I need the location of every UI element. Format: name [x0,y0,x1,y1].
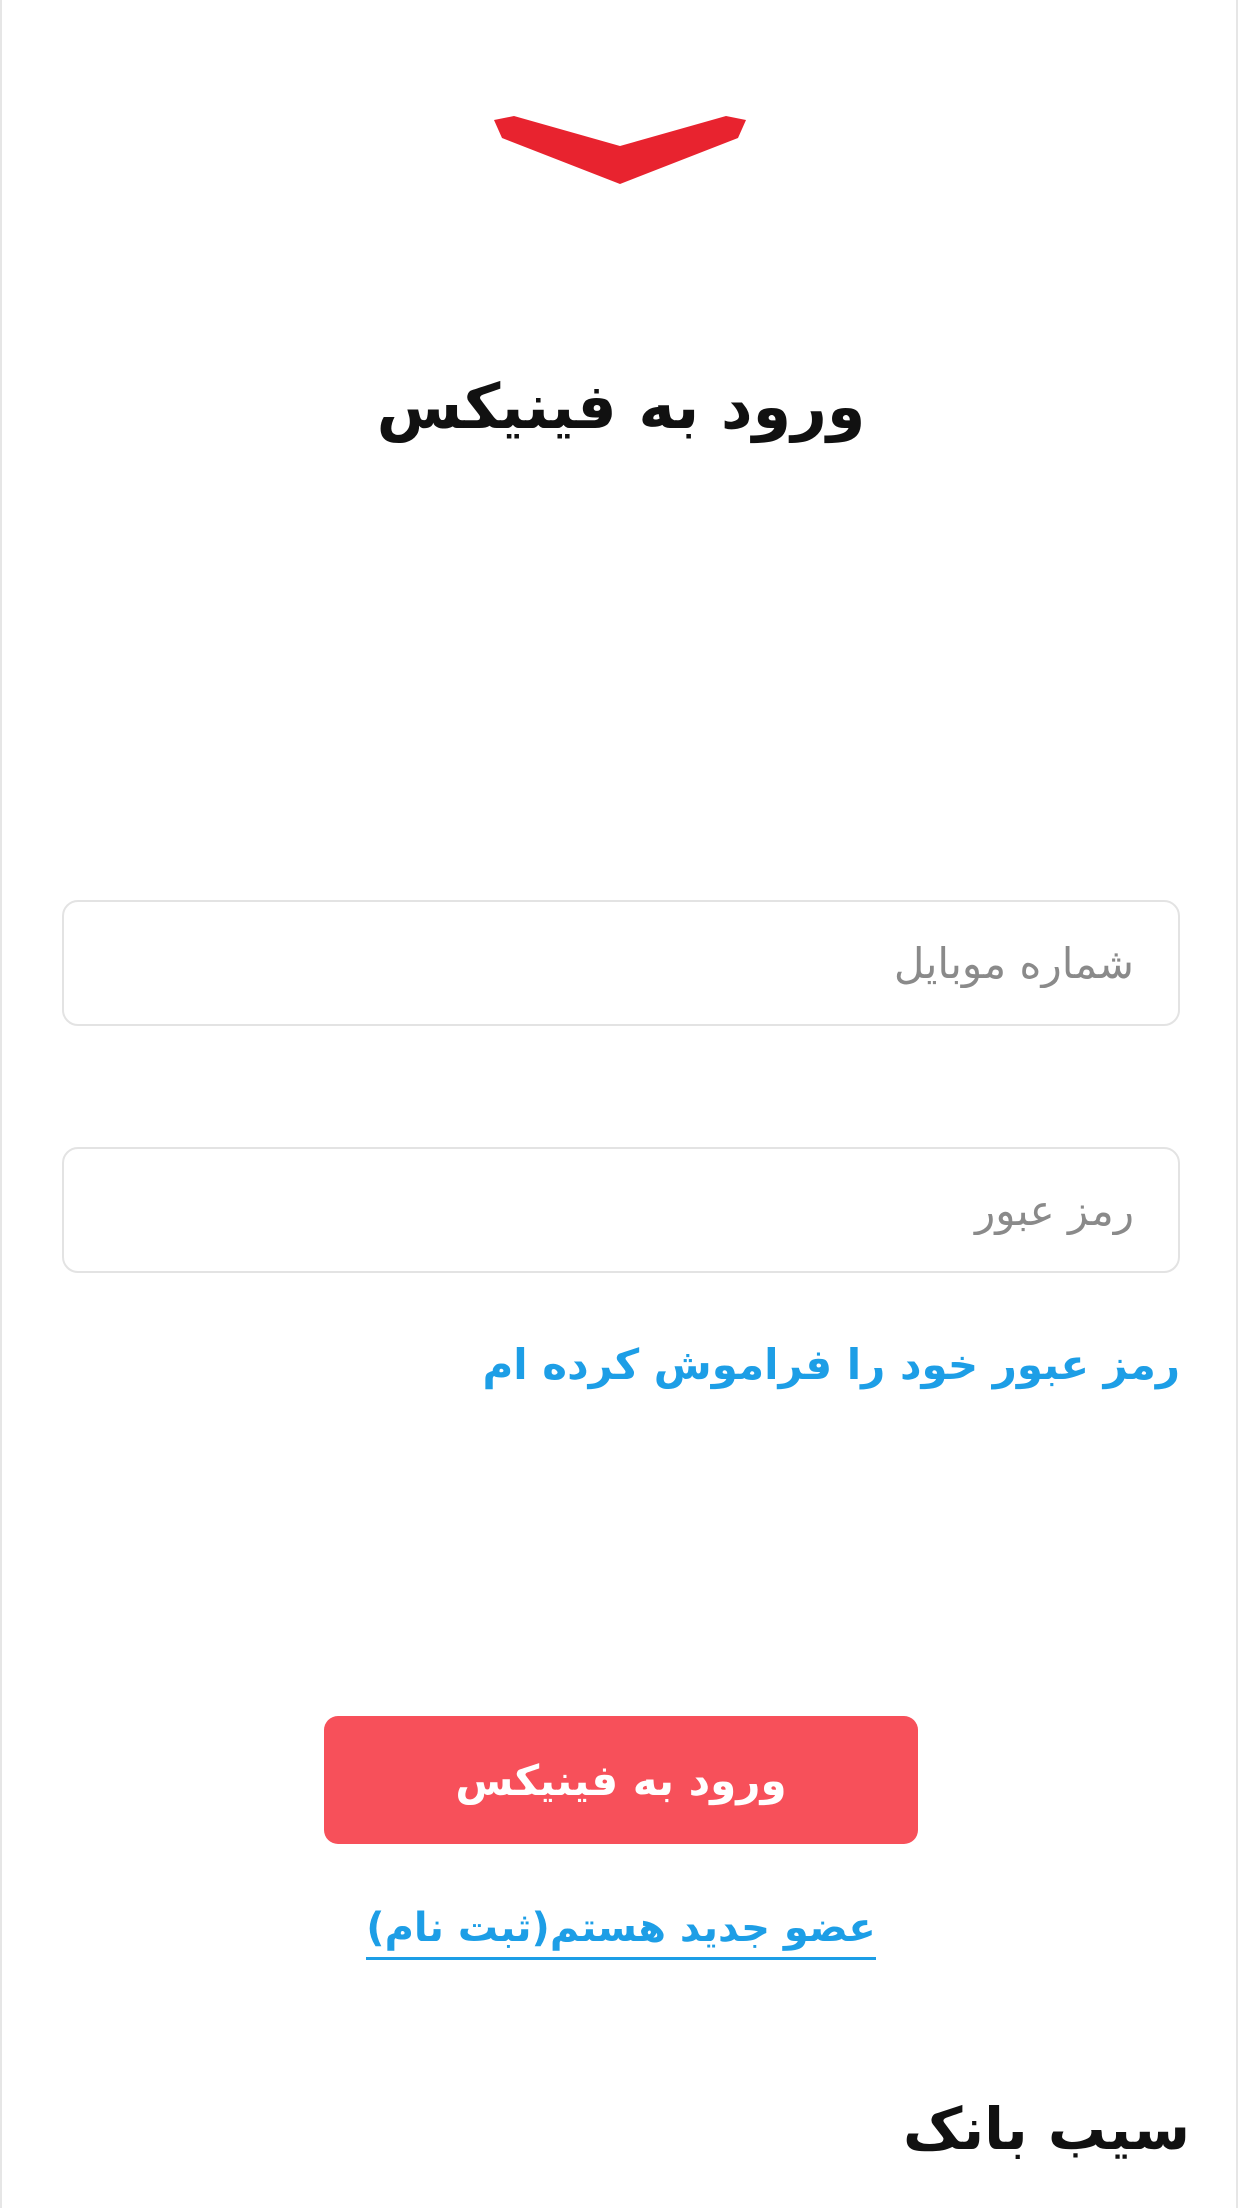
brand-watermark: سیب بانک [902,2095,1190,2163]
phoenix-logo-icon [494,116,746,184]
login-button[interactable]: ورود به فینیکس [324,1716,918,1844]
screen-frame [0,0,1238,2208]
register-link[interactable]: عضو جدید هستم(ثبت نام) [366,1905,876,1960]
mobile-input[interactable] [64,902,1178,1024]
password-input[interactable] [64,1149,1178,1271]
register-link-container: عضو جدید هستم(ثبت نام) [0,1905,1242,1960]
forgot-password-link[interactable]: رمز عبور خود را فراموش کرده ام [482,1340,1180,1389]
mobile-field-container[interactable] [62,900,1180,1026]
page-title: ورود به فینیکس [376,370,866,443]
password-field-container[interactable] [62,1147,1180,1273]
